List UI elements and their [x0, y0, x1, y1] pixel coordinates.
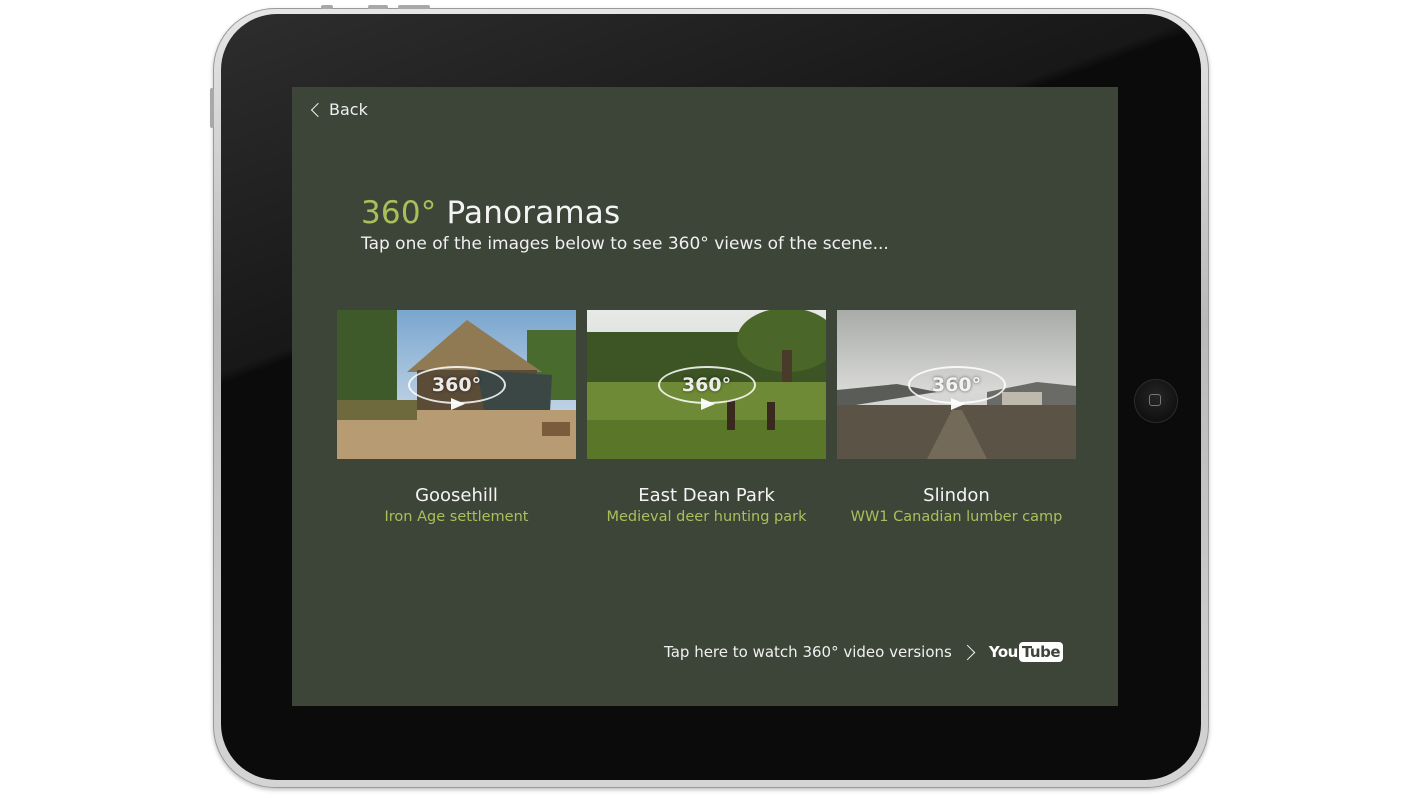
badge-arrow-icon [700, 397, 715, 410]
badge-arrow-icon [950, 397, 965, 410]
rotate-360-icon: 360° [657, 365, 756, 410]
top-button [398, 5, 430, 9]
panorama-thumbnail[interactable]: 360° [587, 310, 826, 459]
rotate-360-icon: 360° [907, 365, 1006, 410]
badge-label: 360° [931, 373, 982, 396]
badge-arrow-icon [450, 397, 465, 410]
youtube-you: You [988, 643, 1018, 661]
watch-video-link[interactable]: Tap here to watch 360° video versions Yo… [664, 642, 1063, 662]
app-screen: Back 360° Panoramas Tap one of the image… [292, 87, 1118, 706]
panorama-name: Slindon [923, 485, 990, 506]
panorama-description: Iron Age settlement [384, 509, 529, 525]
panorama-name: Goosehill [415, 485, 498, 506]
rotate-360-icon: 360° [407, 365, 506, 410]
top-button [368, 5, 388, 9]
top-button [321, 5, 333, 9]
badge-label: 360° [681, 373, 732, 396]
panorama-card-slindon[interactable]: 360° Slindon WW1 Canadian lumber camp [837, 310, 1076, 525]
title-main: Panoramas [446, 195, 621, 231]
home-button-icon[interactable] [1135, 380, 1177, 422]
side-button [210, 88, 214, 128]
page-subtitle: Tap one of the images below to see 360° … [361, 234, 889, 254]
panorama-card-goosehill[interactable]: 360° Goosehill Iron Age settlement [337, 310, 576, 525]
badge-label: 360° [431, 373, 482, 396]
panorama-description: Medieval deer hunting park [606, 509, 807, 525]
page-title: 360° Panoramas [361, 195, 620, 231]
back-button[interactable]: Back [310, 100, 368, 119]
panorama-name: East Dean Park [638, 485, 775, 506]
home-square-icon [1149, 394, 1161, 406]
panorama-card-east-dean-park[interactable]: 360° East Dean Park Medieval deer huntin… [587, 310, 826, 525]
panorama-description: WW1 Canadian lumber camp [850, 509, 1063, 525]
video-link-label: Tap here to watch 360° video versions [664, 643, 952, 661]
youtube-logo-icon: You Tube [989, 642, 1063, 662]
panorama-thumbnail[interactable]: 360° [337, 310, 576, 459]
video-chevron-icon [959, 644, 976, 660]
back-label: Back [329, 100, 368, 119]
youtube-tube: Tube [1018, 642, 1063, 662]
panorama-thumbnail[interactable]: 360° [837, 310, 1076, 459]
panorama-list: 360° Goosehill Iron Age settlement 360° … [337, 310, 1076, 525]
back-chevron-icon [310, 102, 326, 117]
title-accent: 360° [361, 195, 437, 231]
